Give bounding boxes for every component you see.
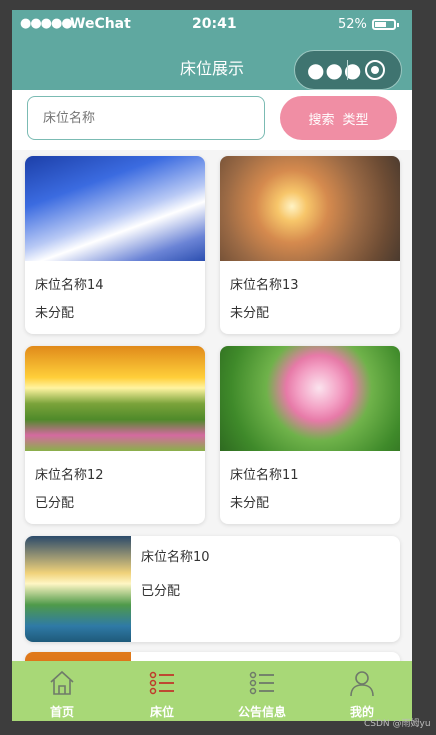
bed-name: 床位名称13 [230, 278, 299, 293]
list-icon [149, 671, 174, 695]
tab-home[interactable]: 首页 [12, 661, 112, 721]
bed-card[interactable]: 床位名称12 已分配 [25, 346, 205, 524]
bed-status: 已分配 [35, 496, 75, 511]
bed-status: 未分配 [35, 306, 75, 321]
bed-image [220, 346, 400, 451]
tab-label: 首页 [49, 705, 74, 719]
bed-name: 床位名称11 [230, 468, 299, 483]
bed-image [25, 536, 131, 642]
bed-image [25, 346, 205, 451]
nav-bar: 床位展示 ●●● [12, 40, 412, 90]
tab-profile[interactable]: 我的 [312, 661, 412, 721]
tab-label: 公告信息 [237, 705, 286, 719]
search-bar: 搜索 类型 [12, 90, 412, 150]
bed-card[interactable]: 床位名称14 未分配 [25, 156, 205, 334]
tab-beds[interactable]: 床位 [112, 661, 212, 721]
bed-status: 未分配 [230, 496, 270, 511]
bed-image [220, 156, 400, 261]
watermark: CSDN @雨姆yu [364, 719, 431, 729]
battery-icon [372, 19, 399, 30]
more-icon[interactable]: ●●● [307, 60, 362, 80]
bed-card-wide[interactable]: 床位名称10 已分配 [25, 536, 400, 642]
signal-icon: ●●●●● [20, 16, 73, 31]
bed-status: 未分配 [230, 306, 270, 321]
clock: 20:41 [192, 16, 237, 32]
tab-label: 床位 [149, 705, 174, 719]
carrier-name: WeChat [70, 16, 131, 32]
list-icon [249, 671, 274, 695]
miniprogram-capsule: ●●● [294, 50, 402, 90]
user-icon [350, 671, 374, 697]
search-input[interactable] [27, 96, 265, 140]
bed-name: 床位名称14 [35, 278, 104, 293]
bed-status: 已分配 [141, 584, 181, 599]
close-target-icon[interactable] [365, 60, 385, 80]
bed-card[interactable]: 床位名称11 未分配 [220, 346, 400, 524]
home-icon [50, 670, 74, 695]
search-button-label: 搜索 [308, 112, 335, 128]
search-button[interactable]: 搜索 类型 [280, 96, 397, 140]
bed-card[interactable]: 床位名称13 未分配 [220, 156, 400, 334]
battery-percent: 52% [338, 17, 367, 32]
tab-notices[interactable]: 公告信息 [212, 661, 312, 721]
phone-screen: ●●●●● WeChat 20:41 52% 床位展示 ●●● 搜索 类型 床位… [12, 10, 412, 721]
bed-name: 床位名称10 [141, 550, 210, 565]
status-bar: ●●●●● WeChat 20:41 52% [12, 10, 412, 40]
bed-image [25, 156, 205, 261]
bed-name: 床位名称12 [35, 468, 104, 483]
tab-bar: 首页 床位 公告信息 我的 [12, 661, 412, 721]
type-button-label: 类型 [342, 112, 369, 128]
